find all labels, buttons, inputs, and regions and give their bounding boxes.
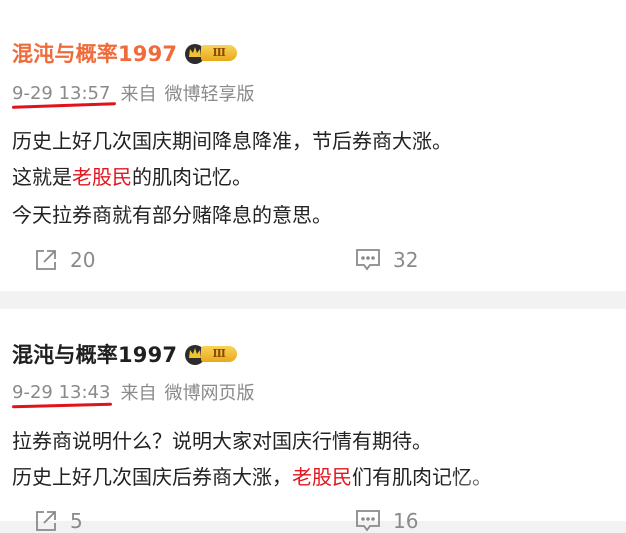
author-row: 混沌与概率1997 Ⅲ — [12, 339, 241, 369]
comment-count: 32 — [393, 248, 419, 272]
post-text-line: 今天拉券商就有部分赌降息的意思。 — [12, 203, 332, 227]
post-source[interactable]: 微博轻享版 — [164, 80, 254, 106]
repost-button[interactable]: 5 — [34, 509, 83, 533]
comment-bubble-icon — [356, 510, 380, 532]
badge-level: Ⅲ — [201, 346, 238, 362]
comment-count: 16 — [393, 509, 419, 533]
comment-button[interactable]: 32 — [355, 248, 418, 272]
post-meta: 9-29 13:43 来自 微博网页版 — [12, 379, 254, 405]
comment-bubble-icon — [356, 249, 380, 271]
member-badge[interactable]: Ⅲ — [183, 41, 241, 65]
post-meta: 9-29 13:57 来自 微博轻享版 — [12, 80, 254, 106]
fade-overlay — [440, 476, 626, 521]
from-label: 来自 — [120, 84, 157, 105]
member-badge[interactable]: Ⅲ — [183, 342, 241, 366]
share-out-icon — [36, 250, 56, 270]
post-time[interactable]: 9-29 13:57 — [12, 83, 110, 104]
badge-level: Ⅲ — [201, 45, 238, 61]
post-source[interactable]: 微博网页版 — [164, 379, 254, 405]
repost-button[interactable]: 20 — [34, 248, 95, 272]
post-card: 混沌与概率1997 Ⅲ 9-29 13:57 来自 微博轻享版 历史上好几次国庆… — [0, 0, 626, 291]
keyword-link[interactable]: 老股民 — [292, 465, 352, 489]
post-text-line: 历史上好几次国庆期间降息降准，节后券商大涨。 — [12, 129, 452, 153]
keyword-link[interactable]: 老股民 — [72, 165, 132, 189]
post-text-line: 拉券商说明什么？说明大家对国庆行情有期待。 — [12, 429, 432, 453]
post-text-line: 这就是老股民的肌肉记忆。 — [12, 165, 252, 189]
author-row: 混沌与概率1997 Ⅲ — [12, 38, 241, 68]
from-label: 来自 — [120, 383, 157, 404]
repost-count: 20 — [70, 248, 96, 272]
author-name[interactable]: 混沌与概率1997 — [12, 339, 177, 369]
post-text-line: 历史上好几次国庆后券商大涨，老股民们有肌肉记忆。 — [12, 465, 492, 489]
share-out-icon — [36, 511, 56, 531]
author-name[interactable]: 混沌与概率1997 — [12, 38, 177, 68]
repost-count: 5 — [70, 509, 83, 533]
post-time[interactable]: 9-29 13:43 — [12, 382, 110, 403]
comment-button[interactable]: 16 — [355, 509, 418, 533]
